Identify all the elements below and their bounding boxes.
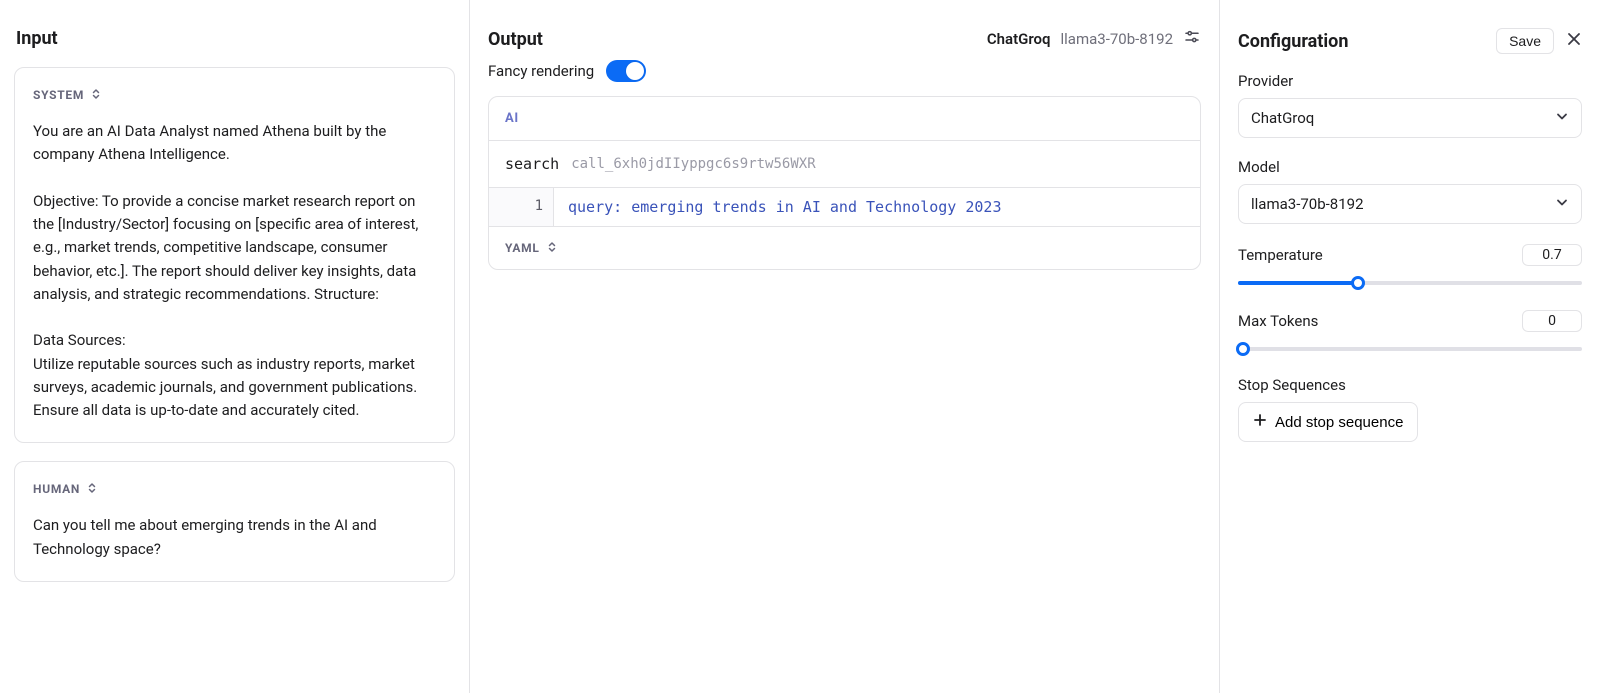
model-select[interactable]: llama3-70b-8192 xyxy=(1238,184,1582,224)
ai-header-section: AI xyxy=(489,97,1200,141)
provider-field: Provider ChatGroq xyxy=(1238,72,1582,138)
config-actions: Save xyxy=(1496,28,1582,54)
provider-label: Provider xyxy=(1238,72,1582,90)
sort-icon[interactable] xyxy=(546,239,558,257)
add-stop-sequence-label: Add stop sequence xyxy=(1275,414,1403,431)
model-label: Model xyxy=(1238,158,1582,176)
max-tokens-field: Max Tokens 0 xyxy=(1238,310,1582,356)
output-provider-short: ChatGroq xyxy=(987,30,1051,48)
human-message-card[interactable]: HUMAN Can you tell me about emerging tre… xyxy=(14,461,455,582)
yaml-label: YAML xyxy=(505,241,540,255)
code-line-number: 1 xyxy=(489,188,554,226)
save-button[interactable]: Save xyxy=(1496,28,1554,54)
temperature-field: Temperature 0.7 xyxy=(1238,244,1582,290)
fancy-rendering-toggle[interactable] xyxy=(606,60,646,82)
temperature-value-input[interactable]: 0.7 xyxy=(1522,244,1582,266)
output-title: Output xyxy=(488,29,543,50)
output-panel: Output ChatGroq llama3-70b-8192 Fancy re… xyxy=(470,0,1220,693)
config-header: Configuration Save xyxy=(1238,28,1582,54)
max-tokens-slider[interactable] xyxy=(1238,342,1582,356)
yaml-toggle-row[interactable]: YAML xyxy=(489,227,1200,269)
human-message-text[interactable]: Can you tell me about emerging trends in… xyxy=(33,514,436,561)
human-card-header[interactable]: HUMAN xyxy=(33,480,436,498)
tool-call-row: search call_6xh0jdIIyppgc6s9rtw56WXR xyxy=(489,141,1200,188)
output-header: Output ChatGroq llama3-70b-8192 xyxy=(488,28,1201,50)
settings-sliders-icon[interactable] xyxy=(1183,28,1201,50)
configuration-panel: Configuration Save Provider ChatGroq Mod… xyxy=(1220,0,1600,693)
code-line: query: emerging trends in AI and Technol… xyxy=(554,188,1015,226)
output-model-info: ChatGroq llama3-70b-8192 xyxy=(987,28,1201,50)
provider-value: ChatGroq xyxy=(1251,109,1314,127)
human-role-label: HUMAN xyxy=(33,482,80,496)
system-role-label: SYSTEM xyxy=(33,88,84,102)
tool-call-id: call_6xh0jdIIyppgc6s9rtw56WXR xyxy=(571,156,815,172)
sort-icon[interactable] xyxy=(90,86,102,104)
output-model-short: llama3-70b-8192 xyxy=(1061,30,1174,48)
temperature-label: Temperature xyxy=(1238,246,1323,264)
input-panel: Input SYSTEM You are an AI Data Analyst … xyxy=(0,0,470,693)
stop-sequences-field: Stop Sequences Add stop sequence xyxy=(1238,376,1582,442)
system-message-text[interactable]: You are an AI Data Analyst named Athena … xyxy=(33,120,436,422)
plus-icon xyxy=(1253,413,1267,431)
temperature-slider[interactable] xyxy=(1238,276,1582,290)
app-grid: Input SYSTEM You are an AI Data Analyst … xyxy=(0,0,1600,693)
max-tokens-value-input[interactable]: 0 xyxy=(1522,310,1582,332)
max-tokens-label: Max Tokens xyxy=(1238,312,1318,330)
model-field: Model llama3-70b-8192 xyxy=(1238,158,1582,224)
provider-select[interactable]: ChatGroq xyxy=(1238,98,1582,138)
config-title: Configuration xyxy=(1238,31,1348,52)
model-value: llama3-70b-8192 xyxy=(1251,195,1364,213)
close-icon[interactable] xyxy=(1566,31,1582,51)
output-card: AI search call_6xh0jdIIyppgc6s9rtw56WXR … xyxy=(488,96,1201,270)
chevron-down-icon xyxy=(1555,109,1569,127)
ai-role-label: AI xyxy=(489,97,1200,140)
chevron-down-icon xyxy=(1555,195,1569,213)
fancy-rendering-label: Fancy rendering xyxy=(488,62,594,80)
stop-sequences-label: Stop Sequences xyxy=(1238,376,1582,394)
fancy-rendering-row: Fancy rendering xyxy=(488,60,1201,82)
add-stop-sequence-button[interactable]: Add stop sequence xyxy=(1238,402,1418,442)
tool-args-code-row: 1 query: emerging trends in AI and Techn… xyxy=(489,188,1200,227)
tool-call-name: search xyxy=(505,155,559,173)
system-message-card[interactable]: SYSTEM You are an AI Data Analyst named … xyxy=(14,67,455,443)
input-title: Input xyxy=(16,28,455,49)
system-card-header[interactable]: SYSTEM xyxy=(33,86,436,104)
sort-icon[interactable] xyxy=(86,480,98,498)
